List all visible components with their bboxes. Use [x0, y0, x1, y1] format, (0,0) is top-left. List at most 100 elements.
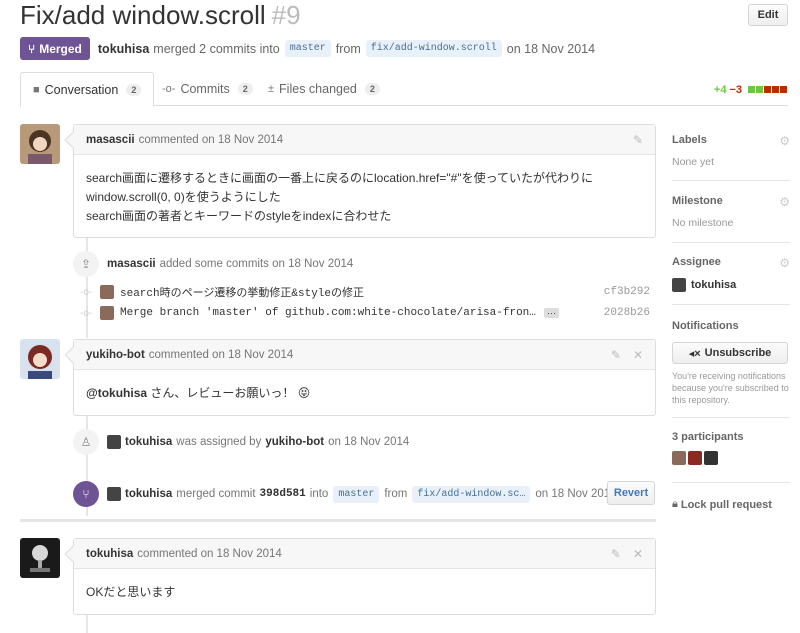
- head-branch[interactable]: fix/add-window.sc…: [412, 485, 531, 503]
- avatar[interactable]: [704, 451, 718, 465]
- merge-icon: ⑂: [73, 481, 99, 507]
- commit-sha[interactable]: cf3b292: [604, 286, 650, 298]
- sidebar-participants: 3 participants: [672, 431, 790, 465]
- diffstat-additions: +4: [713, 84, 727, 96]
- sidebar-value: No milestone: [672, 217, 734, 229]
- meta-date: on 18 Nov 2014: [506, 41, 596, 56]
- timeline-divider: [20, 519, 656, 522]
- sidebar-labels: Labels ⚙ None yet: [672, 134, 790, 168]
- event-text: was assigned by: [176, 436, 262, 448]
- comment-body: OKだと思います: [74, 569, 655, 602]
- close-icon[interactable]: ✕: [633, 348, 643, 362]
- merged-event: ⑂ tokuhisa merged commit 398d581 into ma…: [73, 481, 617, 507]
- comment-author[interactable]: yukiho-bot: [86, 349, 145, 361]
- pr-title-text: Fix/add window.scroll: [20, 0, 266, 30]
- sidebar-milestone: Milestone ⚙ No milestone: [672, 195, 790, 229]
- tab-conversation[interactable]: ■ Conversation 2: [20, 72, 155, 107]
- comment-meta[interactable]: commented on 18 Nov 2014: [137, 548, 281, 560]
- comment-text: さん、レビューお願いっ！ 😝: [147, 386, 311, 400]
- tab-counter: 2: [364, 83, 380, 95]
- event-user[interactable]: tokuhisa: [125, 436, 172, 448]
- lock-icon: 🔒︎: [672, 498, 678, 510]
- sidebar-assignee: Assignee ⚙ tokuhisa: [672, 256, 790, 292]
- tab-files-changed[interactable]: ± Files changed 2: [256, 72, 392, 106]
- sidebar-divider: [672, 482, 790, 483]
- mention-link[interactable]: @tokuhisa: [86, 386, 147, 400]
- commit-row: -o- Merge branch 'master' of github.com:…: [80, 304, 650, 322]
- sidebar-value: None yet: [672, 156, 715, 168]
- commit-sha[interactable]: 2028b26: [604, 307, 650, 319]
- comment-yukiho-bot: yukiho-bot commented on 18 Nov 2014 ✎ ✕ @…: [64, 339, 656, 416]
- avatar[interactable]: [20, 124, 60, 164]
- avatar: [100, 285, 114, 299]
- tab-counter: 2: [237, 83, 253, 95]
- commit-dot-icon: -o-: [80, 286, 93, 298]
- diffstat: +4 −3: [714, 84, 788, 96]
- event-user[interactable]: tokuhisa: [125, 488, 172, 500]
- assigned-event: ♙ tokuhisa was assigned by yukiho-bot on…: [73, 429, 409, 455]
- comment-meta[interactable]: commented on 18 Nov 2014: [149, 349, 293, 361]
- tab-commits[interactable]: -o- Commits 2: [150, 72, 265, 106]
- author-link[interactable]: tokuhisa: [98, 42, 149, 56]
- comment-line: search画面に遷移するときに画面の一番上に戻るのにlocation.href…: [86, 171, 593, 185]
- commit-dot-icon: -o-: [80, 307, 93, 319]
- event-author[interactable]: masascii: [107, 258, 156, 270]
- assignee-entry[interactable]: tokuhisa: [672, 278, 790, 292]
- pr-number: #9: [271, 0, 301, 30]
- participant-avatars: [672, 451, 790, 465]
- event-date: on 18 Nov 2014: [535, 488, 617, 500]
- diff-icon: ±: [268, 83, 275, 95]
- comment-header: masascii commented on 18 Nov 2014 ✎: [74, 125, 655, 155]
- gear-icon[interactable]: ⚙: [779, 256, 790, 270]
- commit-message[interactable]: Merge branch 'master' of github.com:whit…: [120, 307, 540, 319]
- gear-icon[interactable]: ⚙: [779, 134, 790, 148]
- diffstat-deletions: −3: [729, 84, 742, 96]
- diffstat-block: [764, 86, 771, 93]
- comment-line: window.scroll(0, 0)を使うようにした: [86, 190, 281, 204]
- head-branch[interactable]: fix/add-window.scroll: [365, 40, 502, 57]
- event-by-user[interactable]: yukiho-bot: [265, 436, 324, 448]
- lock-label: Lock pull request: [680, 498, 772, 511]
- pencil-icon[interactable]: ✎: [611, 348, 621, 362]
- avatar: [107, 435, 121, 449]
- base-branch[interactable]: master: [284, 40, 331, 57]
- merge-icon: ⑂: [28, 41, 36, 56]
- comment-meta[interactable]: commented on 18 Nov 2014: [139, 134, 283, 146]
- commit-row: -o- search時のページ遷移の挙動修正&styleの修正 cf3b292: [80, 283, 650, 301]
- gear-icon[interactable]: ⚙: [779, 195, 790, 209]
- comment-header: yukiho-bot commented on 18 Nov 2014 ✎ ✕: [74, 340, 655, 370]
- avatar[interactable]: [20, 339, 60, 379]
- avatar[interactable]: [20, 538, 60, 578]
- sidebar-title: Labels: [672, 134, 707, 146]
- edit-button[interactable]: Edit: [748, 4, 788, 26]
- pr-tabs: ■ Conversation 2 -o- Commits 2 ± Files c…: [20, 72, 788, 107]
- close-icon[interactable]: ✕: [633, 547, 643, 561]
- avatar[interactable]: [672, 451, 686, 465]
- base-branch[interactable]: master: [333, 485, 380, 503]
- comment-author[interactable]: tokuhisa: [86, 548, 133, 560]
- commit-message[interactable]: search時のページ遷移の挙動修正&styleの修正: [120, 284, 550, 300]
- unsubscribe-button[interactable]: ◂× Unsubscribe: [672, 342, 788, 364]
- revert-button[interactable]: Revert: [607, 481, 655, 505]
- avatar: [100, 306, 114, 320]
- avatar-yukiho-bot: [20, 339, 60, 379]
- diffstat-block: [772, 86, 779, 93]
- sidebar-title: Milestone: [672, 195, 723, 207]
- pencil-icon[interactable]: ✎: [611, 547, 621, 561]
- comment-actions: ✎: [621, 133, 643, 147]
- comment-header: tokuhisa commented on 18 Nov 2014 ✎ ✕: [74, 539, 655, 569]
- person-icon: ♙: [73, 429, 99, 455]
- avatar[interactable]: [688, 451, 702, 465]
- avatar: [672, 278, 686, 292]
- sidebar-title: 3 participants: [672, 431, 744, 443]
- lock-pull-request[interactable]: 🔒︎ Lock pull request: [672, 498, 790, 511]
- notification-note: You're receiving notifications because y…: [672, 371, 789, 405]
- sidebar-divider: [672, 180, 790, 181]
- pencil-icon[interactable]: ✎: [633, 133, 643, 147]
- comment-author[interactable]: masascii: [86, 134, 135, 146]
- merge-sha[interactable]: 398d581: [260, 488, 306, 500]
- comment-body: search画面に遷移するときに画面の一番上に戻るのにlocation.href…: [74, 155, 655, 226]
- timeline-line: [86, 614, 88, 633]
- expand-ellipsis-button[interactable]: ···: [544, 308, 559, 318]
- assignee-name[interactable]: tokuhisa: [691, 279, 736, 291]
